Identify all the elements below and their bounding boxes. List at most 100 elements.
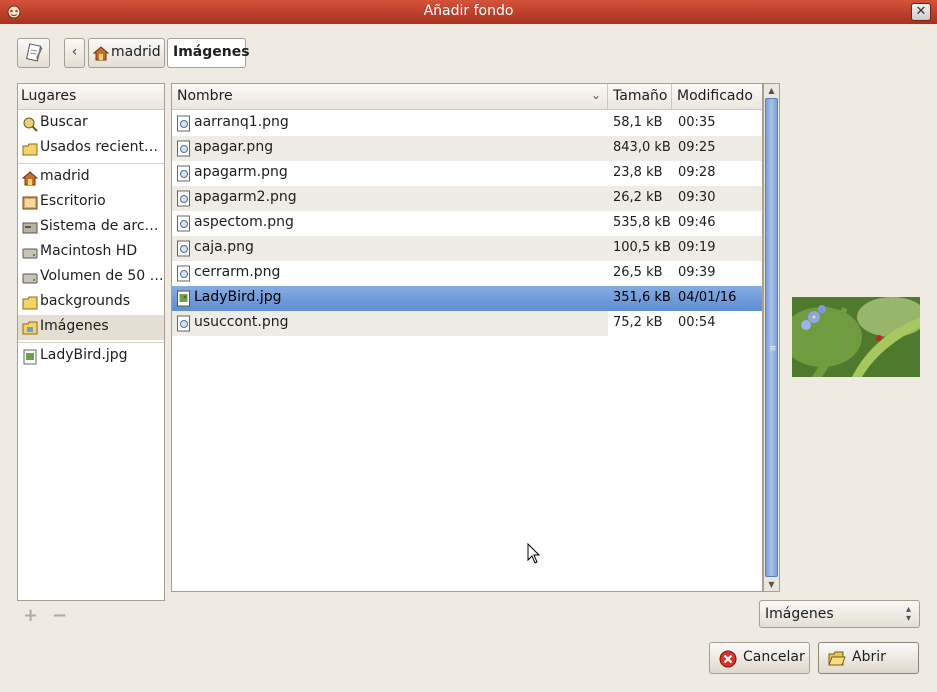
places-separator	[18, 342, 164, 343]
breadcrumb-home[interactable]: madrid	[88, 38, 165, 68]
cancel-icon	[719, 650, 737, 668]
file-size: 58,1 kB	[613, 115, 663, 130]
place-backgrounds[interactable]: backgrounds	[18, 290, 164, 315]
table-row[interactable]: aspectom.png 535,8 kB 09:46	[172, 211, 762, 236]
updown-arrows-icon: ▴ ▾	[905, 604, 911, 624]
image-file-icon	[177, 290, 190, 307]
file-name: apagar.png	[194, 139, 274, 155]
add-bookmark-button[interactable]: +	[23, 605, 38, 626]
cancel-button[interactable]: Cancelar	[709, 642, 810, 674]
file-size: 351,6 kB	[613, 290, 671, 305]
open-folder-icon	[828, 651, 846, 666]
table-row[interactable]: apagarm2.png 26,2 kB 09:30	[172, 186, 762, 211]
file-name: aspectom.png	[194, 214, 294, 230]
file-size: 100,5 kB	[613, 240, 671, 255]
place-pictures[interactable]: Imágenes	[18, 315, 164, 340]
pictures-folder-icon	[22, 321, 38, 335]
image-file-icon	[177, 115, 190, 132]
close-icon: ✕	[915, 4, 927, 19]
file-size: 23,8 kB	[613, 165, 663, 180]
place-desktop[interactable]: Escritorio	[18, 190, 164, 215]
table-row[interactable]: caja.png 100,5 kB 09:19	[172, 236, 762, 261]
cancel-label: Cancelar	[743, 649, 805, 665]
places-sidebar: Lugares Buscar Usados recient… madrid Es…	[17, 83, 165, 601]
file-modified: 09:19	[678, 240, 716, 255]
file-modified: 00:35	[678, 115, 716, 130]
file-name: usuccont.png	[194, 314, 289, 330]
place-home[interactable]: madrid	[18, 165, 164, 190]
file-list-scrollbar[interactable]: ▲ ≡ ▼	[763, 83, 780, 592]
type-location-button[interactable]	[17, 38, 50, 68]
table-row[interactable]: aarranq1.png 58,1 kB 00:35	[172, 111, 762, 136]
image-preview	[792, 297, 920, 377]
drive-icon	[22, 248, 38, 259]
place-recent[interactable]: Usados recient…	[18, 136, 164, 161]
file-list: Nombre ⌄ Tamaño Modificado aarranq1.png …	[171, 83, 763, 592]
breadcrumb-current-label: Imágenes	[173, 44, 250, 60]
column-header-name[interactable]: Nombre ⌄	[172, 84, 608, 110]
grip-icon: ≡	[769, 344, 777, 354]
file-size: 843,0 kB	[613, 140, 671, 155]
image-file-icon	[177, 240, 190, 257]
file-list-header: Nombre ⌄ Tamaño Modificado	[172, 84, 762, 110]
open-label: Abrir	[852, 649, 886, 665]
file-size: 26,2 kB	[613, 190, 663, 205]
scrollbar-thumb[interactable]: ≡	[765, 98, 778, 577]
chevron-left-icon: ‹	[71, 44, 78, 60]
place-macintosh-hd[interactable]: Macintosh HD	[18, 240, 164, 265]
scroll-down-arrow-icon[interactable]: ▼	[764, 578, 779, 591]
place-label: Imágenes	[40, 318, 109, 334]
file-name: aarranq1.png	[194, 114, 289, 130]
image-file-icon	[177, 140, 190, 157]
place-volume[interactable]: Volumen de 50 …	[18, 265, 164, 290]
file-size: 75,2 kB	[613, 315, 663, 330]
table-row[interactable]: apagarm.png 23,8 kB 09:28	[172, 161, 762, 186]
file-modified: 09:46	[678, 215, 716, 230]
image-file-icon	[177, 190, 190, 207]
scroll-up-arrow-icon[interactable]: ▲	[764, 84, 779, 97]
table-row-selected[interactable]: LadyBird.jpg 351,6 kB 04/01/16	[172, 286, 762, 311]
filesystem-icon	[22, 222, 38, 234]
column-header-modified[interactable]: Modificado	[672, 84, 762, 110]
column-header-size[interactable]: Tamaño	[608, 84, 672, 110]
image-file-icon	[177, 165, 190, 182]
places-header: Lugares	[18, 84, 164, 110]
file-name: cerrarm.png	[194, 264, 281, 280]
place-filesystem[interactable]: Sistema de arc…	[18, 215, 164, 240]
desktop-icon	[22, 196, 38, 210]
table-row[interactable]: apagar.png 843,0 kB 09:25	[172, 136, 762, 161]
place-bookmark-ladybird[interactable]: LadyBird.jpg	[18, 344, 164, 369]
file-modified: 09:25	[678, 140, 716, 155]
file-name: apagarm2.png	[194, 189, 297, 205]
place-label: Escritorio	[40, 193, 106, 209]
file-modified: 09:39	[678, 265, 716, 280]
minus-icon: −	[52, 605, 68, 626]
title-bar: Añadir fondo ✕	[0, 0, 937, 24]
file-size: 26,5 kB	[613, 265, 663, 280]
file-name: LadyBird.jpg	[194, 289, 282, 305]
file-type-filter-select[interactable]: Imágenes ▴ ▾	[759, 600, 920, 628]
recent-icon	[22, 143, 38, 156]
place-label: Usados recient…	[40, 139, 158, 155]
folder-icon	[22, 296, 38, 310]
table-row[interactable]: cerrarm.png 26,5 kB 09:39	[172, 261, 762, 286]
drive-icon	[22, 273, 38, 284]
place-label: Macintosh HD	[40, 243, 138, 259]
image-file-icon	[23, 349, 37, 365]
breadcrumb-current[interactable]: Imágenes	[167, 38, 250, 68]
column-label: Nombre	[177, 88, 233, 104]
place-label: Sistema de arc…	[40, 218, 159, 234]
remove-bookmark-button[interactable]: −	[52, 605, 67, 626]
file-modified: 09:28	[678, 165, 716, 180]
close-button[interactable]: ✕	[911, 3, 931, 21]
breadcrumb-home-label: madrid	[111, 44, 161, 60]
search-icon	[23, 117, 38, 132]
breadcrumb-back-button[interactable]: ‹	[64, 38, 85, 68]
home-icon	[22, 171, 38, 186]
place-search[interactable]: Buscar	[18, 111, 164, 136]
table-row[interactable]: usuccont.png 75,2 kB 00:54	[172, 311, 762, 336]
mouse-pointer-icon	[527, 543, 541, 564]
open-button[interactable]: Abrir	[818, 642, 919, 674]
image-file-icon	[177, 215, 190, 232]
places-separator	[18, 163, 164, 164]
